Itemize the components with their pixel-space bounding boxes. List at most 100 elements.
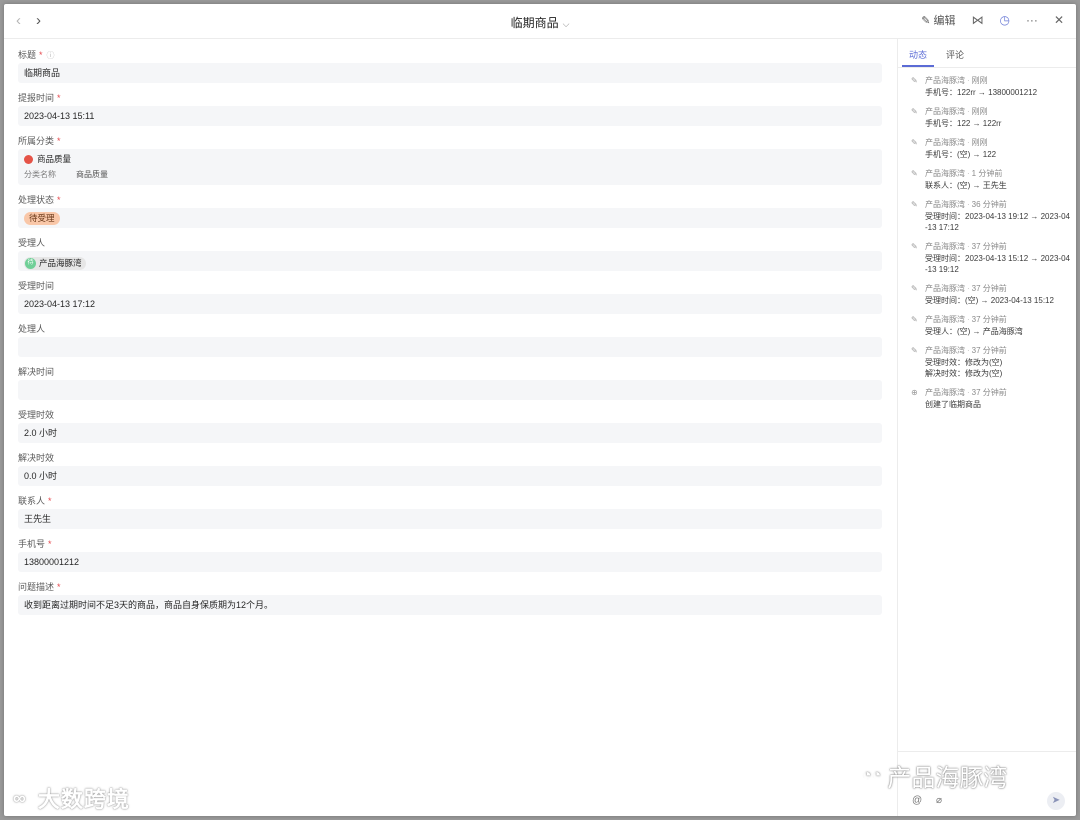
field-handler: 处理人 [18,322,882,357]
list-item: ✎ 产品海豚湾 · 37 分钟前 受理时效：修改为(空) 解决时效：修改为(空) [898,345,1076,379]
field-label: 手机号 * [18,537,882,552]
mention-icon[interactable]: @ [912,795,922,806]
activity-user: 产品海豚湾 [925,315,965,324]
accept-time-input[interactable]: 2023-04-13 17:12 [18,294,882,314]
field-label: 所属分类 * [18,134,882,149]
activity-body: 受理时效：修改为(空) [925,358,1003,367]
info-icon[interactable]: ⓘ [47,51,55,60]
field-label: 解决时效 [18,451,882,466]
field-resolve-time: 解决时间 [18,365,882,400]
list-item: ✎ 产品海豚湾 · 37 分钟前 受理时间：(空) → 2023-04-13 15:… [898,283,1076,306]
list-item: ✎ 产品海豚湾 · 37 分钟前 受理人：(空) → 产品海豚湾 [898,314,1076,337]
label-text: 手机号 [18,539,46,549]
activity-user: 产品海豚湾 [925,76,965,85]
activity-body: 受理人：(空) → 产品海豚湾 [925,327,1023,336]
wechat-icon: ◔◔ [862,766,882,784]
field-resolve-sla: 解决时效 0.0 小时 [18,451,882,486]
field-label: 问题描述 * [18,580,882,595]
label-text: 问题描述 [18,582,55,592]
field-label: 受理时间 [18,279,882,294]
share-icon[interactable]: ⋈ [971,13,983,27]
pencil-icon: ✎ [911,242,918,251]
required-mark: * [57,195,61,205]
pencil-icon: ✎ [911,169,918,178]
required-mark: * [57,93,61,103]
activity-user: 产品海豚湾 [925,200,965,209]
category-sub-value: 商品质量 [76,170,108,179]
required-mark: * [57,582,61,592]
field-label: 受理人 [18,236,882,251]
handler-input[interactable] [18,337,882,357]
list-item: ✎ 产品海豚湾 · 刚刚 手机号：122 → 122rr [898,106,1076,129]
more-icon[interactable]: ··· [1026,13,1038,27]
label-text: 受理人 [18,238,46,248]
pencil-icon: ✎ [911,284,918,293]
status-input[interactable]: 待受理 [18,208,882,228]
label-text: 提报时间 [18,93,55,103]
list-item: ✎ 产品海豚湾 · 1 分钟前 联系人：(空) → 王先生 [898,168,1076,191]
category-value: 商品质量 [37,154,72,164]
pencil-icon: ✎ [921,14,931,27]
pencil-icon: ✎ [911,138,918,147]
required-mark: * [48,496,52,506]
pencil-icon: ✎ [911,346,918,355]
tab-comments[interactable]: 评论 [946,48,964,61]
category-input[interactable]: 商品质量 分类名称 商品质量 [18,149,882,185]
field-label: 处理状态 * [18,193,882,208]
activity-time: 1 分钟前 [971,169,1003,178]
description-input[interactable]: 收到距离过期时间不足3天的商品，商品自身保质期为12个月。 [18,595,882,615]
attachment-icon[interactable]: ⌀ [936,795,942,806]
close-icon[interactable]: ✕ [1054,13,1064,27]
activity-body: 手机号：122 → 122rr [925,119,1002,128]
watermark-logo: ∞ [8,786,32,810]
assignee-input[interactable]: 待 产品海豚湾 [18,251,882,271]
resolve-time-input[interactable] [18,380,882,400]
contact-input[interactable]: 王先生 [18,509,882,529]
activity-head: 产品海豚湾 · 37 分钟前 [925,346,1007,355]
label-text: 受理时间 [18,281,55,291]
list-item: ✎ 产品海豚湾 · 36 分钟前 受理时间：2023-04-13 19:12 → 2… [898,199,1076,233]
tab-activity[interactable]: 动态 [909,48,927,61]
field-accept-time: 受理时间 2023-04-13 17:12 [18,279,882,314]
record-title[interactable]: 临期商品 ⌵ [4,14,1076,31]
list-item: ✎ 产品海豚湾 · 37 分钟前 受理时间：2023-04-13 15:12 → 2… [898,241,1076,275]
activity-head: 产品海豚湾 · 37 分钟前 [925,284,1007,293]
activity-head: 产品海豚湾 · 36 分钟前 [925,200,1007,209]
label-text: 处理人 [18,324,46,334]
activity-panel: 动态 评论 ✎ 产品海豚湾 · 刚刚 手机号：122rr → 13800001212… [897,39,1076,816]
activity-time: 37 分钟前 [971,388,1007,397]
category-icon [24,154,33,164]
title-input[interactable]: 临期商品 [18,63,882,83]
activity-head: 产品海豚湾 · 1 分钟前 [925,169,1003,178]
send-icon[interactable]: ➤ [1047,792,1065,810]
activity-time: 刚刚 [971,107,988,116]
pencil-icon: ✎ [911,107,918,116]
activity-user: 产品海豚湾 [925,284,965,293]
label-text: 所属分类 [18,136,55,146]
activity-user: 产品海豚湾 [925,107,965,116]
activity-head: 产品海豚湾 · 37 分钟前 [925,242,1007,251]
pencil-icon: ✎ [911,315,918,324]
activity-time: 刚刚 [971,138,988,147]
activity-time: 刚刚 [971,76,988,85]
activity-time: 37 分钟前 [971,346,1007,355]
plus-circle-icon: ⊕ [911,388,918,397]
field-label: 提报时间 * [18,91,882,106]
watermark-left-text: 大数跨境 [37,787,130,812]
record-detail-window: ‹ › 临期商品 ⌵ ✎ 编辑 ⋈ ◷ ··· ✕ 标题 * ⓘ 临期商品 提报时间 *… [4,4,1076,816]
phone-input[interactable]: 13800001212 [18,552,882,572]
field-category: 所属分类 * 商品质量 分类名称 商品质量 [18,134,882,185]
edit-button[interactable]: ✎ 编辑 [921,12,955,28]
panel-tabs: 动态 评论 [898,39,1076,68]
activity-body-2: 解决时效：修改为(空) [925,369,1003,378]
record-form: 标题 * ⓘ 临期商品 提报时间 * 2023-04-13 15:11 所属分类 * 商… [18,42,882,615]
report-time-input[interactable]: 2023-04-13 15:11 [18,106,882,126]
list-item: ✎ 产品海豚湾 · 刚刚 手机号：(空) → 122 [898,137,1076,160]
activity-head: 产品海豚湾 · 刚刚 [925,76,988,85]
activity-user: 产品海豚湾 [925,138,965,147]
clock-icon[interactable]: ◷ [999,13,1009,27]
activity-time: 36 分钟前 [971,200,1007,209]
watermark-left: ∞ 大数跨境 [8,782,130,814]
activity-body: 联系人：(空) → 王先生 [925,181,1007,190]
activity-user: 产品海豚湾 [925,346,965,355]
